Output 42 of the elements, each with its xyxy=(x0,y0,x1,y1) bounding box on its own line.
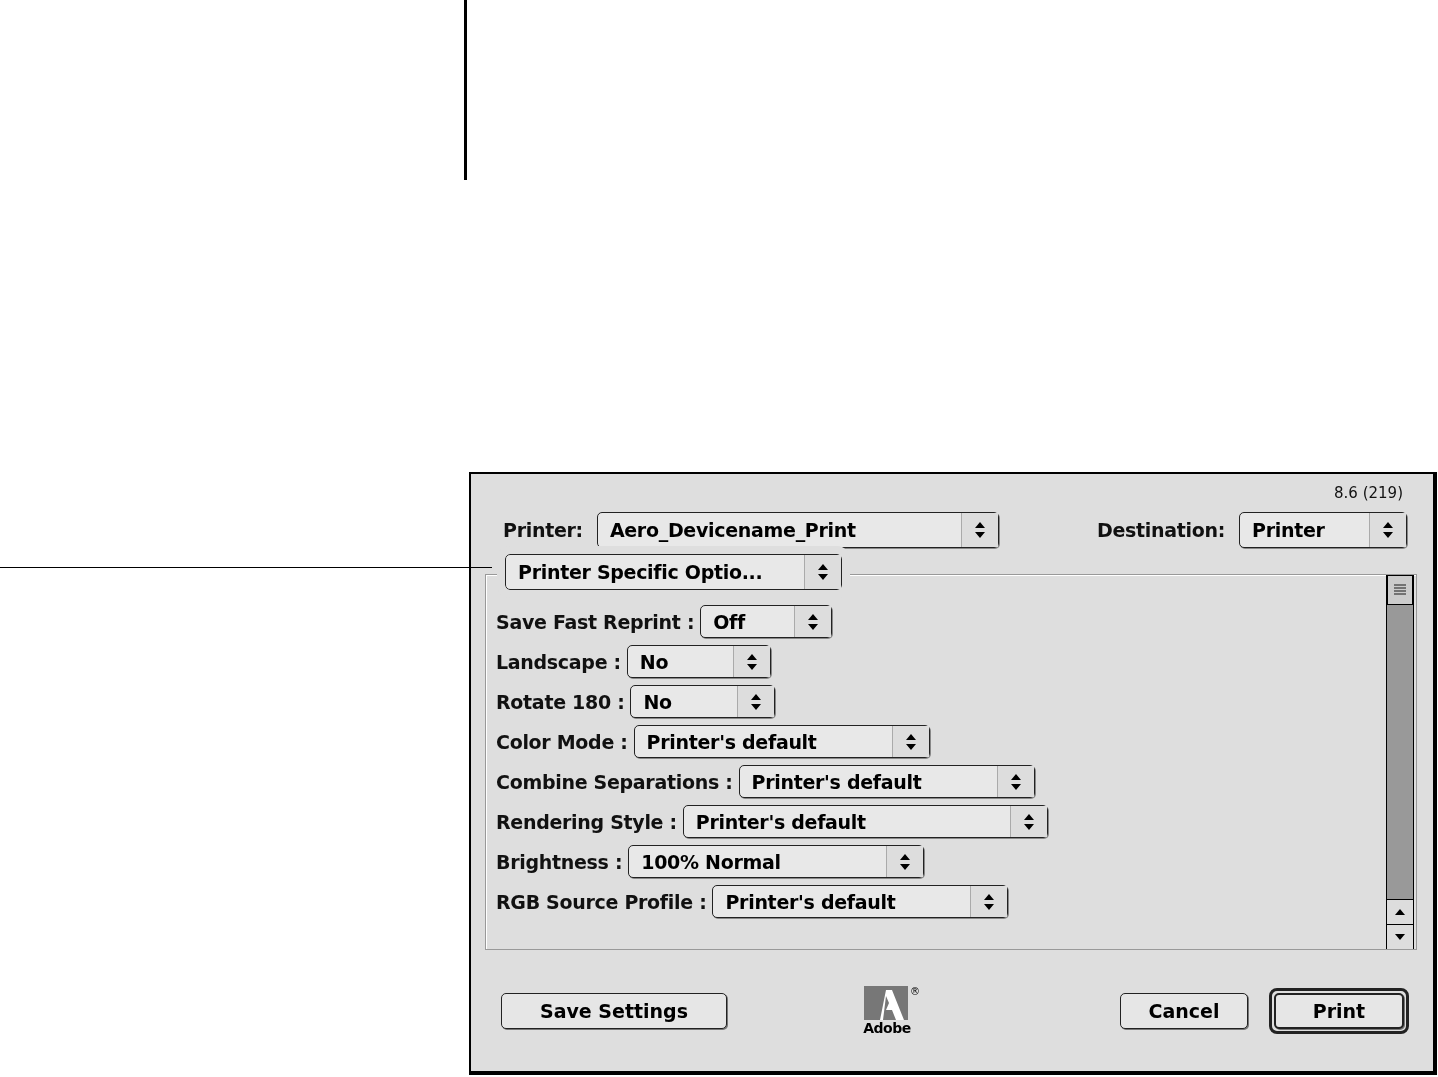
option-popup[interactable]: Printer's default xyxy=(738,765,1035,798)
destination-popup[interactable]: Printer xyxy=(1239,512,1407,548)
up-down-arrows-icon xyxy=(1009,772,1022,791)
scrollbar[interactable] xyxy=(1386,575,1414,949)
option-label: Landscape : xyxy=(496,650,621,673)
option-popup[interactable]: Printer's default xyxy=(712,885,1009,918)
logo-icon xyxy=(864,985,908,1020)
printer-label: Printer: xyxy=(503,519,583,541)
option-popup[interactable]: No xyxy=(626,645,771,678)
option-popup[interactable]: No xyxy=(630,685,776,718)
up-down-arrows-icon xyxy=(750,692,763,711)
option-popup[interactable]: 100% Normal xyxy=(628,845,925,878)
destination-label: Destination: xyxy=(1096,519,1225,541)
up-down-arrows-icon xyxy=(1382,521,1394,539)
option-label: Save Fast Reprint : xyxy=(496,610,695,633)
option-label: RGB Source Profile : xyxy=(496,890,707,913)
scroll-down-icon[interactable] xyxy=(1387,924,1413,949)
option-popup[interactable]: Off xyxy=(700,605,833,638)
registered-mark: ® xyxy=(910,985,920,997)
option-label: Rotate 180 : xyxy=(496,690,625,713)
up-down-arrows-icon xyxy=(817,563,829,581)
up-down-arrows-icon xyxy=(807,612,820,631)
option-label: Brightness : xyxy=(496,850,623,873)
version-label: 8.6 (219) xyxy=(1334,484,1403,504)
up-down-arrows-icon xyxy=(983,892,996,911)
up-down-arrows-icon xyxy=(745,652,758,671)
save-settings-button[interactable]: Save Settings xyxy=(501,992,727,1029)
option-popup[interactable]: Printer's default xyxy=(633,725,930,758)
scroll-thumb[interactable] xyxy=(1387,575,1413,605)
device-name-popup[interactable]: Aero_Devicename_Print xyxy=(596,512,999,548)
logo-wordmark: Adobe xyxy=(863,1019,911,1036)
option-label: Rendering Style : xyxy=(496,810,677,833)
scroll-up-icon[interactable] xyxy=(1387,899,1413,924)
dialog-button[interactable]: Print xyxy=(1274,992,1404,1029)
option-label: Combine Separations : xyxy=(496,770,733,793)
up-down-arrows-icon xyxy=(904,732,917,751)
option-label: Color Mode : xyxy=(496,730,628,753)
dialog-button[interactable]: Cancel xyxy=(1120,992,1248,1029)
up-down-arrows-icon xyxy=(1022,812,1035,831)
up-down-arrows-icon xyxy=(899,852,912,871)
up-down-arrows-icon xyxy=(973,521,986,539)
option-popup[interactable]: Printer's default xyxy=(682,805,1048,838)
